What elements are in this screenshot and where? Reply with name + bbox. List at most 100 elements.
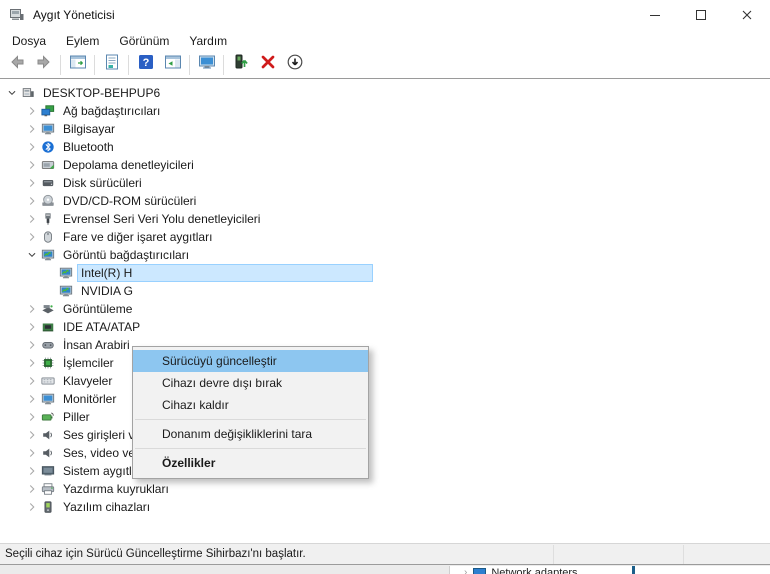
cpu-icon	[40, 355, 56, 371]
arrow-right-icon	[35, 53, 53, 76]
chevron-right-icon[interactable]	[24, 121, 40, 137]
tree-item-mice-pointing-devices[interactable]: Fare ve diğer işaret aygıtları	[0, 228, 770, 246]
tree-item-label: Yazdırma kuyrukları	[60, 481, 172, 497]
minimize-button[interactable]	[632, 0, 678, 30]
background-window-strip: › Network adapters	[0, 564, 770, 574]
chevron-right-icon[interactable]	[24, 301, 40, 317]
menu-yardm[interactable]: Yardım	[179, 31, 237, 51]
context-menu-separator	[135, 448, 366, 449]
maximize-button[interactable]	[678, 0, 724, 30]
chevron-right-icon[interactable]	[24, 427, 40, 443]
tree-item-human-interface[interactable]: İnsan Arabiri	[0, 336, 770, 354]
tree-item-intel-graphics[interactable]: Intel(R) H	[0, 264, 770, 282]
properties-button[interactable]	[98, 53, 125, 77]
tree-item-display-adapters[interactable]: Görüntü bağdaştırıcıları	[0, 246, 770, 264]
context-menu-item-properties[interactable]: Özellikler	[133, 452, 368, 474]
help-button[interactable]: ?	[132, 53, 159, 77]
tree-item-sound-video-game[interactable]: Ses, video ve oyun denetleyicileri	[0, 444, 770, 462]
chevron-right-icon[interactable]	[24, 193, 40, 209]
menubar: DosyaEylemGörünümYardım	[0, 30, 770, 51]
tree-item-dvd-cdrom-drives[interactable]: DVD/CD-ROM sürücüleri	[0, 192, 770, 210]
devices-view-button[interactable]	[193, 53, 220, 77]
chevron-right-icon[interactable]	[24, 445, 40, 461]
chevron-right-icon[interactable]	[24, 373, 40, 389]
tree-item-label: Fare ve diğer işaret aygıtları	[60, 229, 215, 245]
context-menu-item-uninstall-device[interactable]: Cihazı kaldır	[133, 394, 368, 416]
action-pane-button[interactable]	[159, 53, 186, 77]
chevron-right-icon[interactable]	[24, 211, 40, 227]
back-button[interactable]	[3, 53, 30, 77]
menu-eylem[interactable]: Eylem	[56, 31, 109, 51]
chevron-right-icon[interactable]	[24, 319, 40, 335]
tree-item-label: İşlemciler	[60, 355, 117, 371]
console-tree-button[interactable]	[64, 53, 91, 77]
tree-item-storage-controllers[interactable]: Depolama denetleyicileri	[0, 156, 770, 174]
chevron-right-icon: ›	[464, 567, 467, 574]
background-tree-item[interactable]: › Network adapters	[464, 567, 578, 574]
uninstall-button[interactable]	[254, 53, 281, 77]
audio-icon	[40, 427, 56, 443]
close-button[interactable]	[724, 0, 770, 30]
toolbar-separator	[223, 55, 224, 75]
tree-item-system-devices[interactable]: Sistem aygıtları	[0, 462, 770, 480]
tree-item-processors[interactable]: İşlemciler	[0, 354, 770, 372]
chevron-right-icon[interactable]	[24, 463, 40, 479]
tree-item-imaging-devices[interactable]: Görüntüleme	[0, 300, 770, 318]
tree-item-batteries[interactable]: Piller	[0, 408, 770, 426]
menu-dosya[interactable]: Dosya	[2, 31, 56, 51]
tree-item-monitors[interactable]: Monitörler	[0, 390, 770, 408]
tree-item-usb-controllers[interactable]: Evrensel Seri Veri Yolu denetleyicileri	[0, 210, 770, 228]
background-window-edge	[632, 566, 635, 574]
imaging-icon	[40, 301, 56, 317]
context-menu-item-scan-hardware-changes[interactable]: Donanım değişikliklerini tara	[133, 423, 368, 445]
chevron-right-icon[interactable]	[24, 139, 40, 155]
tree-item-keyboards[interactable]: Klavyeler	[0, 372, 770, 390]
display-adapter-icon	[58, 265, 74, 281]
scan-hardware-button[interactable]	[281, 53, 308, 77]
forward-button[interactable]	[30, 53, 57, 77]
chevron-right-icon[interactable]	[24, 481, 40, 497]
chevron-right-icon[interactable]	[24, 391, 40, 407]
tree-item-label: Görüntü bağdaştırıcıları	[60, 247, 192, 263]
tree-item-network-adapters[interactable]: Ağ bağdaştırıcıları	[0, 102, 770, 120]
chevron-right-icon[interactable]	[24, 409, 40, 425]
tree-item-software-devices[interactable]: Yazılım cihazları	[0, 498, 770, 516]
disk-drive-icon	[40, 175, 56, 191]
chevron-right-icon[interactable]	[24, 229, 40, 245]
chevron-right-icon[interactable]	[24, 103, 40, 119]
chevron-right-icon[interactable]	[24, 157, 40, 173]
context-menu-item-disable-device[interactable]: Cihazı devre dışı bırak	[133, 372, 368, 394]
tree-item-audio-inputs-outputs[interactable]: Ses girişleri ve çıkışları	[0, 426, 770, 444]
monitor-icon	[40, 121, 56, 137]
tree-item-nvidia-graphics[interactable]: NVIDIA G	[0, 282, 770, 300]
window-controls	[632, 0, 770, 30]
computer-root-icon	[20, 85, 36, 101]
chevron-right-icon[interactable]	[24, 337, 40, 353]
toolbar-separator	[94, 55, 95, 75]
tree-item-label: Yazılım cihazları	[60, 499, 153, 515]
tree-item-ide-ata-atapi[interactable]: IDE ATA/ATAP	[0, 318, 770, 336]
battery-icon	[40, 409, 56, 425]
scan-icon	[286, 53, 304, 76]
tree-item-label: Bluetooth	[60, 139, 117, 155]
tree-item-label: Piller	[60, 409, 93, 425]
menu-grnm[interactable]: Görünüm	[109, 31, 179, 51]
tree-item-bluetooth[interactable]: Bluetooth	[0, 138, 770, 156]
tree-item-disk-drives[interactable]: Disk sürücüleri	[0, 174, 770, 192]
action-pane-icon	[164, 53, 182, 76]
update-driver-button[interactable]	[227, 53, 254, 77]
chevron-right-icon[interactable]	[24, 175, 40, 191]
tree-item-computer[interactable]: Bilgisayar	[0, 120, 770, 138]
context-menu: Sürücüyü güncelleştirCihazı devre dışı b…	[132, 346, 369, 479]
chevron-right-icon[interactable]	[24, 355, 40, 371]
tree-item-label: Monitörler	[60, 391, 119, 407]
chevron-right-icon[interactable]	[24, 499, 40, 515]
help-icon: ?	[137, 53, 155, 76]
context-menu-item-update-driver[interactable]: Sürücüyü güncelleştir	[133, 350, 368, 372]
chevron-down-icon[interactable]	[4, 85, 20, 101]
tree-item-print-queues[interactable]: Yazdırma kuyrukları	[0, 480, 770, 498]
expander-spacer	[42, 265, 58, 281]
tree-item-desktop-behpup6[interactable]: DESKTOP-BEHPUP6	[0, 84, 770, 102]
tree-item-label: Intel(R) H	[78, 265, 372, 281]
chevron-down-icon[interactable]	[24, 247, 40, 263]
